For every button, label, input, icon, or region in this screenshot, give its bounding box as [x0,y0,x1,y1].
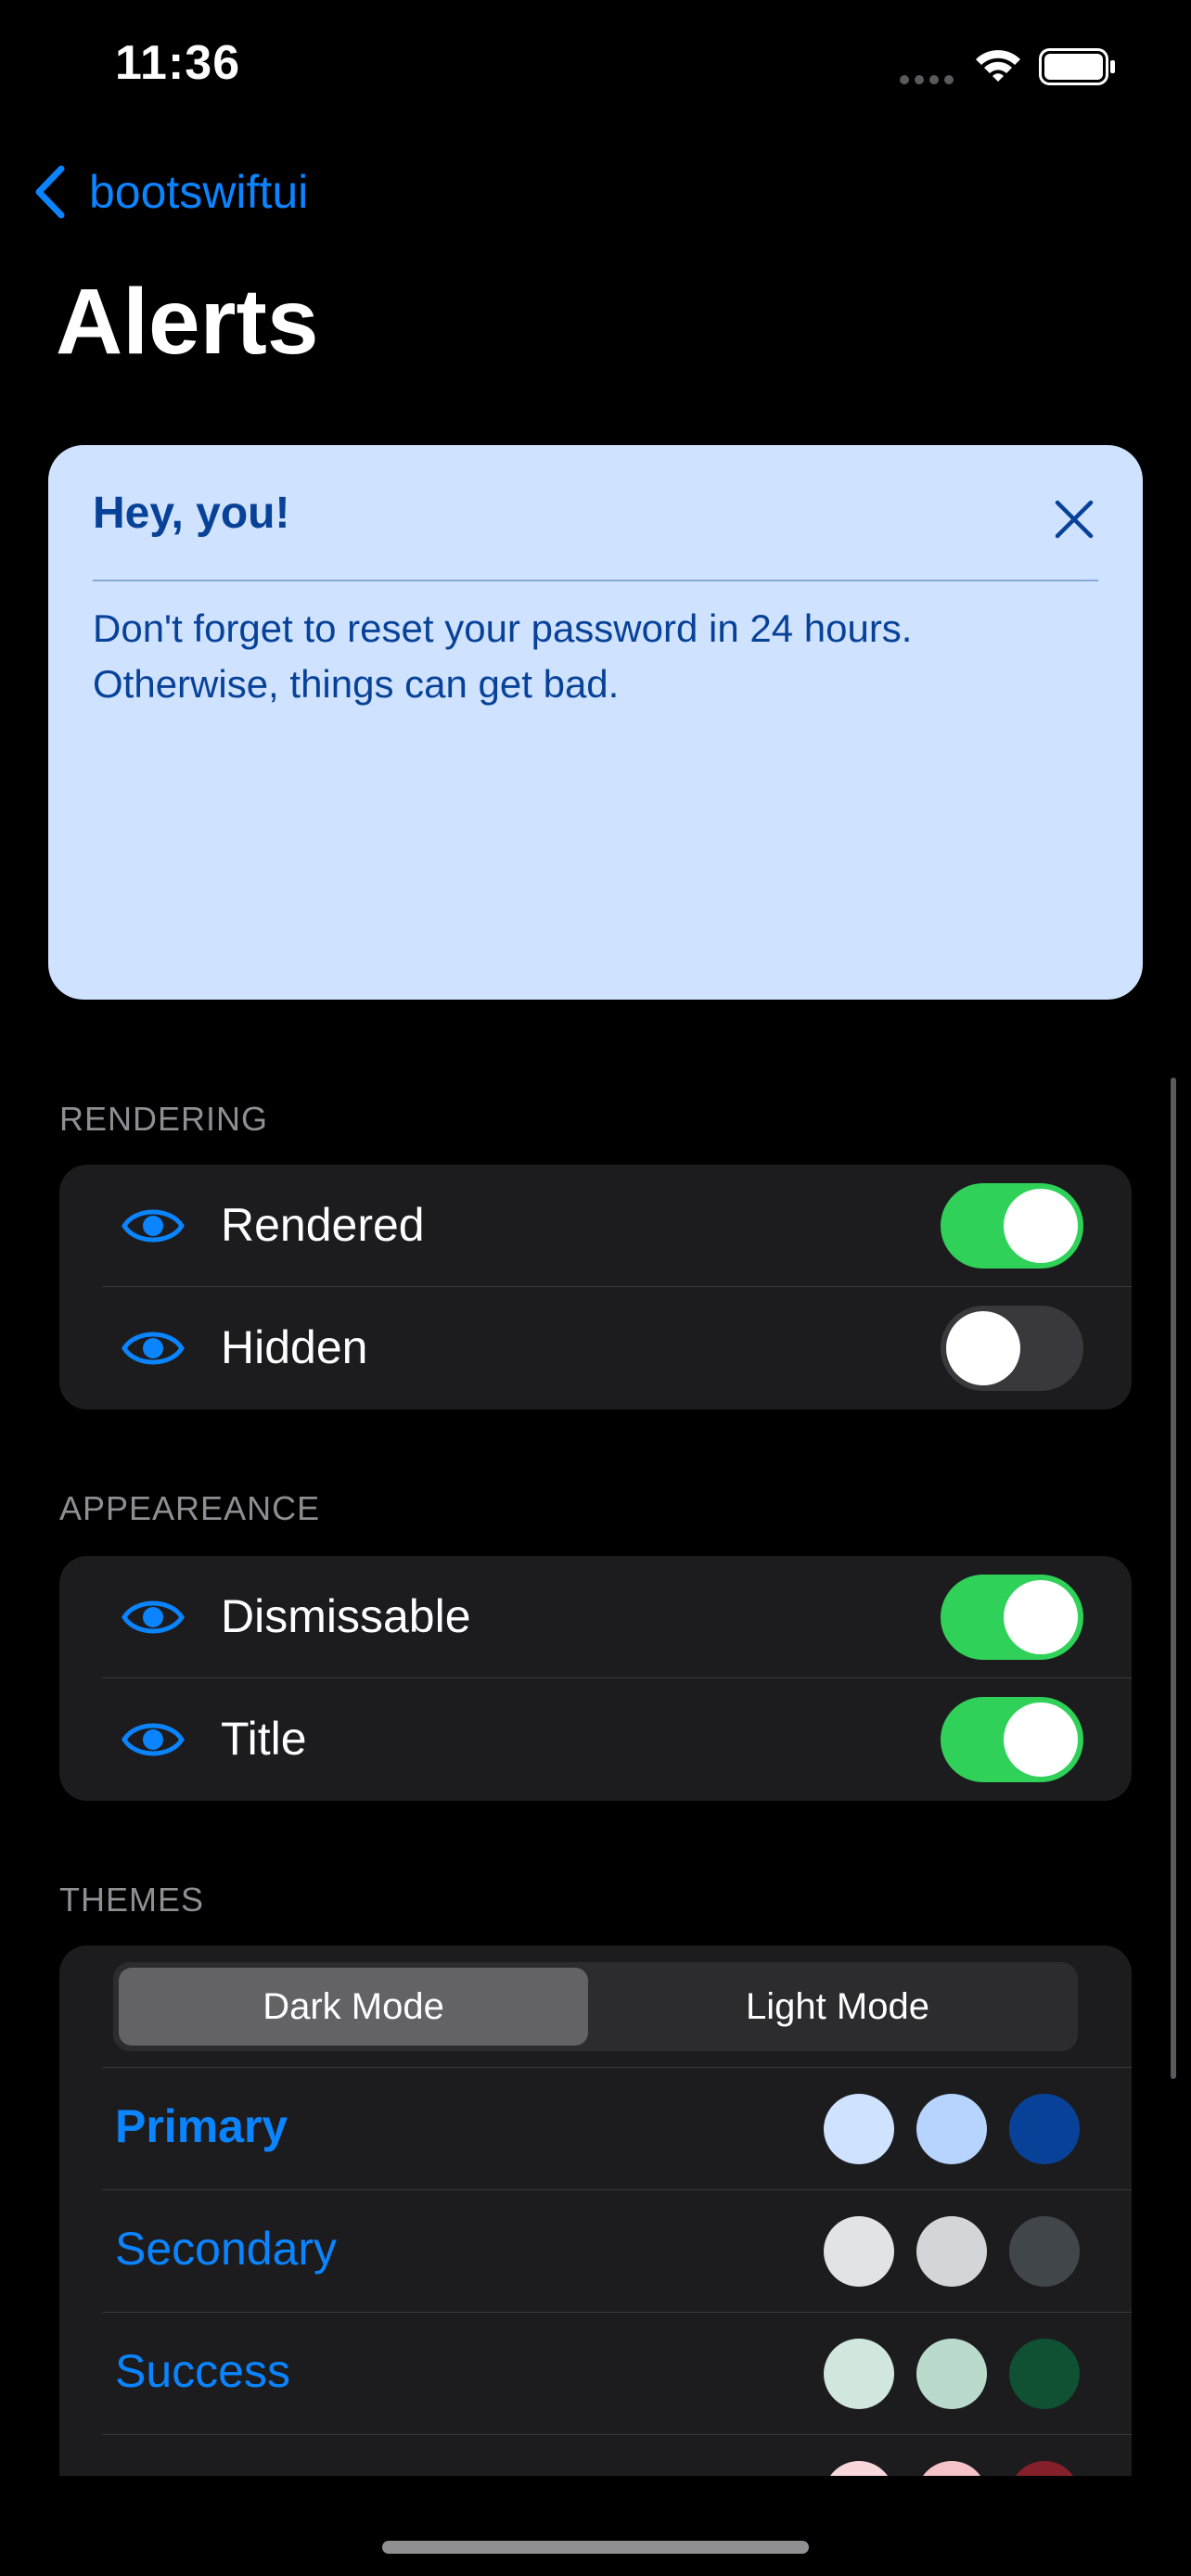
alert-divider [93,580,1098,581]
appearance-group: Dismissable Title [59,1556,1132,1801]
color-swatch [916,2339,987,2409]
rendered-toggle[interactable] [941,1183,1083,1269]
row-label: Title [221,1713,307,1765]
alert-title: Hey, you! [93,489,290,538]
rendering-row-hidden: Hidden [59,1287,1132,1409]
close-icon[interactable] [1052,497,1096,542]
themes-group: Dark Mode Light Mode Primary Secondary S… [59,1945,1132,2520]
home-indicator[interactable] [382,2541,809,2554]
scroll-indicator [1171,1078,1176,2079]
battery-icon [1039,48,1115,85]
hidden-toggle[interactable] [941,1306,1083,1391]
theme-mode-segmented-control: Dark Mode Light Mode [113,1962,1078,2051]
row-label: Hidden [221,1321,368,1373]
title-toggle[interactable] [941,1697,1083,1782]
status-time: 11:36 [115,36,241,90]
row-label: Rendered [221,1199,425,1251]
theme-label: Secondary [115,2223,338,2275]
theme-row-primary[interactable]: Primary [59,2068,1132,2190]
theme-label: Success [115,2345,290,2397]
color-swatch [824,2339,894,2409]
section-header-rendering: RENDERING [59,1100,269,1138]
eye-icon [122,1723,185,1756]
theme-row-secondary[interactable]: Secondary [59,2190,1132,2313]
page-title: Alerts [56,270,319,374]
cellular-signal-icon [900,75,954,84]
rendering-row-rendered: Rendered [59,1165,1132,1287]
theme-mode-row: Dark Mode Light Mode [59,1945,1132,2068]
alert-message: Don't forget to reset your password in 2… [93,606,913,706]
color-swatch [824,2216,894,2287]
dismissable-toggle[interactable] [941,1575,1083,1660]
segment-dark-mode[interactable]: Dark Mode [119,1968,588,2046]
back-button[interactable]: bootswiftui [89,165,308,219]
row-label: Dismissable [221,1590,471,1642]
rendering-group: Rendered Hidden [59,1165,1132,1409]
eye-icon [122,1600,185,1634]
color-swatch [1009,2339,1080,2409]
eye-icon [122,1209,185,1243]
color-swatch [916,2216,987,2287]
wifi-icon [976,50,1020,82]
section-header-themes: THEMES [59,1881,205,1919]
eye-icon [122,1332,185,1365]
color-swatch [824,2094,894,2164]
back-chevron-icon[interactable] [33,165,67,219]
theme-row-success[interactable]: Success [59,2313,1132,2435]
color-swatch [1009,2094,1080,2164]
bottom-safe-area [0,2476,1191,2576]
segment-light-mode[interactable]: Light Mode [603,1968,1072,2046]
appearance-row-title: Title [59,1678,1132,1801]
color-swatch [916,2094,987,2164]
appearance-row-dismissable: Dismissable [59,1556,1132,1678]
theme-label: Primary [115,2100,288,2152]
section-header-appearance: APPEAREANCE [59,1489,321,1527]
color-swatch [1009,2216,1080,2287]
